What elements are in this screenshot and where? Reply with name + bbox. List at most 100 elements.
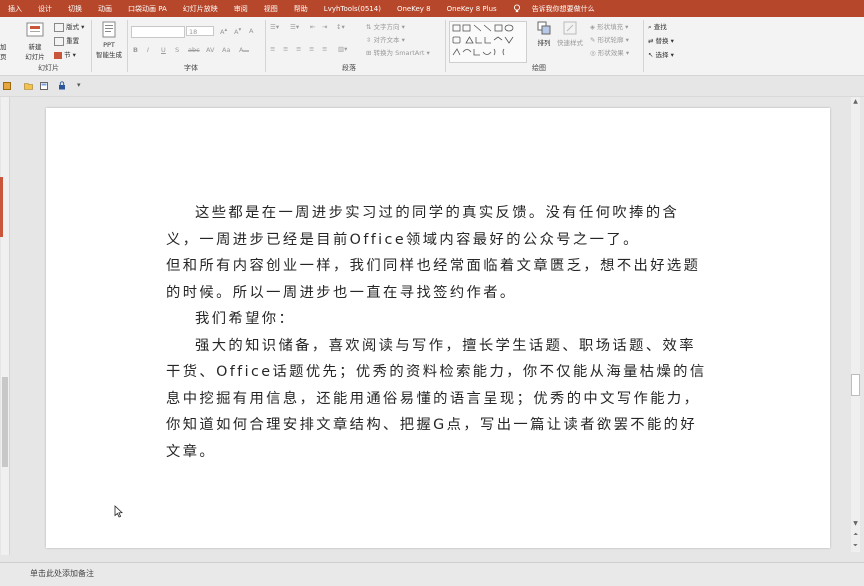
find-button[interactable]: ⌕ 查找 bbox=[648, 21, 667, 32]
arrange-icon bbox=[537, 21, 551, 35]
columns-button[interactable]: ▥▾ bbox=[338, 45, 347, 53]
quick-styles-button[interactable]: 快速样式 bbox=[556, 21, 584, 47]
smartart-icon: ⊞ bbox=[366, 49, 372, 57]
scroll-up-icon[interactable]: ▲ bbox=[851, 97, 860, 106]
align-text-button[interactable]: ⇳ 对齐文本 ▾ bbox=[366, 34, 405, 44]
notes-pane[interactable]: 单击此处添加备注 bbox=[0, 562, 864, 586]
clear-format-icon[interactable]: A bbox=[249, 27, 253, 35]
next-slide-icon[interactable]: ⏷ bbox=[851, 541, 860, 550]
grow-font-button[interactable]: A▴ bbox=[220, 27, 227, 36]
ribbon: 加 页 新建 幻灯片 版式 ▾ 重置 节 ▾ 幻灯片 PPT 智能生成 18 A… bbox=[0, 17, 864, 76]
numbering-button[interactable]: ☰▾ bbox=[290, 23, 299, 31]
shapes-gallery[interactable] bbox=[449, 21, 527, 63]
previous-slide-icon[interactable]: ⏶ bbox=[851, 530, 860, 539]
folder-icon[interactable] bbox=[24, 82, 33, 90]
reset-button[interactable]: 重置 bbox=[54, 35, 79, 46]
select-label: 选择 bbox=[655, 51, 669, 59]
tab-transitions[interactable]: 切换 bbox=[60, 4, 90, 14]
line-spacing-button[interactable]: ↕▾ bbox=[336, 23, 345, 31]
ppt-smart-label-2: 智能生成 bbox=[96, 51, 122, 59]
arrange-button[interactable]: 排列 bbox=[536, 21, 552, 47]
customize-toolbar-icon[interactable]: ▾ bbox=[77, 81, 81, 89]
tab-pocket-animation[interactable]: 口袋动画 PA bbox=[120, 4, 175, 14]
vertical-scrollbar[interactable]: ▲ ▼ ⏶ ⏷ bbox=[849, 97, 862, 552]
text-direction-button[interactable]: ⇅ 文字方向 ▾ bbox=[366, 21, 405, 31]
font-color-button[interactable]: A bbox=[239, 46, 250, 54]
justify-button[interactable]: ≡ bbox=[309, 45, 314, 53]
shape-outline-button[interactable]: ✎ 形状轮廓 ▾ bbox=[590, 34, 629, 44]
ppt-smart-button[interactable]: PPT 智能生成 bbox=[92, 21, 126, 59]
layout-label: 版式 bbox=[66, 23, 80, 31]
tab-insert[interactable]: 插入 bbox=[0, 4, 30, 14]
italic-button[interactable]: I bbox=[147, 46, 149, 54]
ribbon-tab-bar: 插入 设计 切换 动画 口袋动画 PA 幻灯片放映 审阅 视图 帮助 LvyhT… bbox=[0, 0, 864, 17]
align-text-icon: ⇳ bbox=[366, 36, 372, 44]
tab-review[interactable]: 审阅 bbox=[226, 4, 256, 14]
underline-button[interactable]: U bbox=[161, 46, 166, 54]
reset-label: 重置 bbox=[66, 37, 80, 45]
font-size-combobox[interactable]: 18 bbox=[186, 26, 214, 36]
shape-fill-button[interactable]: ◈ 形状填充 ▾ bbox=[590, 21, 628, 31]
increase-indent-button[interactable]: ⇥ bbox=[322, 23, 327, 31]
replace-button[interactable]: ⇄ 替换 ▾ bbox=[648, 35, 674, 45]
section-button[interactable]: 节 ▾ bbox=[54, 49, 76, 59]
bold-button[interactable]: B bbox=[133, 46, 138, 54]
new-slide-label-2: 幻灯片 bbox=[25, 53, 45, 61]
replace-label: 替换 bbox=[655, 37, 669, 45]
thumbnail-scroll-thumb[interactable] bbox=[2, 377, 8, 467]
tell-me-text: 告诉我你想要做什么 bbox=[531, 4, 595, 13]
tell-me-box[interactable]: 告诉我你想要做什么 bbox=[505, 4, 611, 14]
change-case-button[interactable]: Aa bbox=[222, 46, 230, 54]
tab-design[interactable]: 设计 bbox=[30, 4, 60, 14]
strikethrough-button[interactable]: abc bbox=[188, 46, 200, 54]
shape-fill-label: 形状填充 bbox=[597, 23, 624, 31]
shrink-font-button[interactable]: A▾ bbox=[234, 27, 241, 36]
align-right-button[interactable]: ≡ bbox=[296, 45, 301, 53]
select-button[interactable]: ↖ 选择 ▾ bbox=[648, 49, 674, 59]
tab-onekey-plus[interactable]: OneKey 8 Plus bbox=[439, 5, 505, 13]
slide-paragraph: 这些都是在一周进步实习过的同学的真实反馈。没有任何吹捧的含义，一周进步已经是目前… bbox=[166, 205, 680, 248]
slide-paragraph: 但和所有内容创业一样，我们同样也经常面临着文章匮乏，想不出好选题的时候。所以一周… bbox=[166, 258, 701, 301]
new-slide-button[interactable]: 新建 幻灯片 bbox=[20, 21, 50, 61]
layout-icon[interactable] bbox=[40, 82, 48, 90]
shadow-button[interactable]: S bbox=[175, 46, 179, 54]
align-text-label: 对齐文本 bbox=[373, 36, 400, 44]
tab-onekey[interactable]: OneKey 8 bbox=[389, 5, 439, 13]
align-left-button[interactable]: ≡ bbox=[270, 45, 275, 53]
scroll-down-icon[interactable]: ▼ bbox=[851, 519, 860, 528]
slide-paragraph: 我们希望你： bbox=[195, 311, 296, 327]
quick-access-toolbar: ▾ bbox=[0, 76, 864, 97]
tab-slideshow[interactable]: 幻灯片放映 bbox=[175, 4, 226, 14]
font-name-combobox[interactable] bbox=[131, 26, 185, 38]
shape-effects-button[interactable]: ◎ 形状效果 ▾ bbox=[590, 47, 629, 57]
bullets-button[interactable]: ☰▾ bbox=[270, 23, 279, 31]
new-slide-label: 新建 bbox=[28, 43, 42, 51]
distributed-button[interactable]: ≡ bbox=[322, 45, 327, 53]
slide-text-box[interactable]: 这些都是在一周进步实习过的同学的真实反馈。没有任何吹捧的含义，一周进步已经是目前… bbox=[166, 200, 711, 465]
tab-help[interactable]: 帮助 bbox=[286, 4, 316, 14]
page-partial-label: 页 bbox=[0, 53, 7, 61]
save-icon[interactable] bbox=[3, 82, 11, 90]
decrease-indent-button[interactable]: ⇤ bbox=[310, 23, 315, 31]
notes-placeholder: 单击此处添加备注 bbox=[30, 569, 94, 578]
thumbnail-scrollbar[interactable] bbox=[1, 97, 10, 555]
align-center-button[interactable]: ≡ bbox=[283, 45, 288, 53]
ppt-smart-label-1: PPT bbox=[103, 41, 115, 49]
effects-icon: ◎ bbox=[590, 49, 596, 57]
lock-icon[interactable] bbox=[58, 81, 66, 90]
drawing-group-label: 绘图 bbox=[532, 64, 546, 72]
tab-animations[interactable]: 动画 bbox=[90, 4, 120, 14]
font-size-value: 18 bbox=[189, 28, 198, 36]
drawing-group: 排列 快速样式 ◈ 形状填充 ▾ ✎ 形状轮廓 ▾ ◎ 形状效果 ▾ 绘图 bbox=[446, 17, 642, 75]
quick-styles-label: 快速样式 bbox=[557, 39, 583, 47]
smartart-button[interactable]: ⊞ 转换为 SmartArt ▾ bbox=[366, 47, 430, 57]
scrollbar-track[interactable] bbox=[851, 97, 860, 552]
tab-view[interactable]: 视图 bbox=[256, 4, 286, 14]
scrollbar-thumb[interactable] bbox=[851, 374, 860, 396]
slide-canvas[interactable]: 这些都是在一周进步实习过的同学的真实反馈。没有任何吹捧的含义，一周进步已经是目前… bbox=[46, 108, 830, 548]
slides-group-label: 幻灯片 bbox=[38, 64, 59, 72]
layout-button[interactable]: 版式 ▾ bbox=[54, 21, 84, 32]
replace-icon: ⇄ bbox=[648, 37, 654, 45]
tab-lvyhtools[interactable]: LvyhTools(0514) bbox=[316, 5, 389, 13]
char-spacing-button[interactable]: AV bbox=[206, 46, 214, 54]
